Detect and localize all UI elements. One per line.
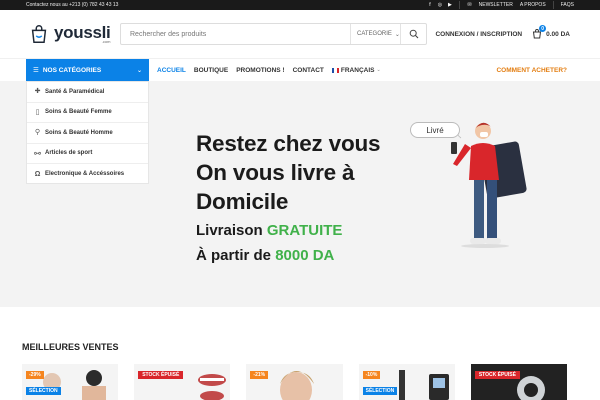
delivery-courier-illustration [451, 122, 527, 248]
login-register-link[interactable]: CONNEXION / INSCRIPTION [435, 31, 522, 38]
search-bar: Rechercher des produits CATEGORIE ⌄ [120, 23, 427, 45]
search-input[interactable]: Rechercher des produits [121, 31, 350, 38]
youtube-icon[interactable]: ▶ [447, 2, 452, 8]
categories-dropdown: ✚ Santé & Paramédical ▯ Soins & Beauté F… [26, 81, 149, 184]
section-title-best-sellers: MEILLEURES VENTES [22, 342, 119, 352]
product-image [198, 374, 227, 400]
product-card[interactable]: -29% SÉLECTION [22, 364, 119, 400]
header-actions: CONNEXION / INSCRIPTION 0 0.00 DA [435, 25, 570, 39]
min-amount-highlight: 8000 DA [275, 247, 335, 264]
product-image [516, 376, 545, 400]
category-label: Santé & Paramédical [45, 88, 105, 95]
speech-bubble: Livré [410, 122, 460, 138]
category-item-beaute-homme[interactable]: ⚲ Soins & Beauté Homme [27, 123, 148, 144]
hamburger-icon: ☰ [33, 67, 39, 74]
instagram-icon[interactable]: ◎ [437, 2, 442, 8]
language-label: FRANÇAIS [340, 66, 375, 74]
discount-badge: -21% [250, 371, 269, 379]
social-links: f ◎ ▶ [427, 2, 452, 8]
divider [552, 1, 554, 9]
free-delivery-highlight: GRATUITE [266, 222, 343, 239]
chevron-down-icon: ⌄ [136, 67, 142, 74]
site-logo[interactable]: youssli .com [28, 23, 120, 45]
language-selector[interactable]: FRANÇAIS ⌄ [331, 66, 381, 74]
out-of-stock-badge: STOCK ÉPUISÉ [138, 371, 184, 379]
nav-item-boutique[interactable]: BOUTIQUE [194, 67, 228, 74]
category-label: Articles de sport [45, 150, 93, 157]
category-item-sport[interactable]: ⧟ Articles de sport [27, 144, 148, 164]
cart-count-badge: 0 [539, 25, 547, 32]
facebook-icon[interactable]: f [427, 2, 432, 8]
cart-total: 0.00 DA [546, 30, 570, 38]
categories-menu-label: NOS CATÉGORIES [42, 66, 102, 74]
divider [459, 1, 461, 9]
newsletter-link[interactable]: NEWSLETTER [479, 2, 513, 8]
hero-free-delivery: Livraison GRATUITE [196, 220, 380, 241]
free-delivery-prefix: Livraison [196, 222, 263, 239]
razor-icon: ⚲ [34, 129, 41, 137]
dumbbell-icon: ⧟ [34, 149, 41, 157]
product-card[interactable]: -21% [246, 364, 343, 400]
category-label: Soins & Beauté Femme [45, 109, 112, 116]
category-select[interactable]: CATEGORIE ⌄ [350, 24, 400, 44]
hero-line-1: Restez chez vous [196, 131, 381, 156]
topbar-right: f ◎ ▶ ✉ NEWSLETTER A PROPOS FAQS [427, 1, 574, 9]
chevron-down-icon: ⌄ [376, 67, 381, 73]
product-card[interactable]: STOCK ÉPUISÉ [134, 364, 231, 400]
product-carousel: -29% SÉLECTION STOCK ÉPUISÉ -21% -10% SÉ… [22, 364, 568, 400]
headphones-icon: Ω [34, 170, 41, 178]
selection-badge: SÉLECTION [26, 387, 61, 395]
discount-badge: -10% [362, 371, 381, 379]
hero-line-3: Domicile [196, 189, 289, 214]
product-image [280, 371, 315, 400]
shopping-bag-logo-icon [31, 25, 47, 43]
nav-item-promotions[interactable]: PROMOTIONS ! [236, 67, 284, 74]
hero-min-amount: À partir de 8000 DA [196, 245, 380, 266]
nav-item-accueil[interactable]: ACCUEIL [157, 67, 186, 74]
mail-icon: ✉ [467, 2, 472, 8]
discount-badge: -29% [26, 371, 44, 379]
hero-line-2: On vous livre à [196, 160, 355, 185]
cart-button[interactable]: 0 0.00 DA [532, 25, 570, 39]
main-navigation: ☰ NOS CATÉGORIES ⌄ ACCUEIL BOUTIQUE PROM… [0, 58, 600, 82]
contact-phone[interactable]: Contactez nous au +213 (0) 782 43 43 13 [26, 2, 118, 8]
product-card[interactable]: -10% SÉLECTION [358, 364, 455, 400]
french-flag-icon [331, 67, 339, 73]
faqs-link[interactable]: FAQS [561, 2, 574, 8]
category-item-electronique[interactable]: Ω Electronique & Accéssoires [27, 164, 148, 185]
about-link[interactable]: A PROPOS [520, 2, 546, 8]
bottle-icon: ▯ [35, 108, 40, 116]
selection-badge: SÉLECTION [362, 387, 398, 395]
nav-menu: ACCUEIL BOUTIQUE PROMOTIONS ! CONTACT FR… [157, 67, 381, 74]
category-select-label: CATEGORIE [357, 31, 392, 37]
top-bar: Contactez nous au +213 (0) 782 43 43 13 … [0, 0, 600, 10]
hero-headline: Restez chez vous On vous livre à Domicil… [196, 129, 381, 266]
nav-item-contact[interactable]: CONTACT [293, 67, 324, 74]
logo-subtext: .com [101, 39, 111, 44]
out-of-stock-badge: STOCK ÉPUISÉ [474, 371, 520, 379]
category-item-beaute-femme[interactable]: ▯ Soins & Beauté Femme [27, 103, 148, 123]
category-item-sante[interactable]: ✚ Santé & Paramédical [27, 82, 148, 103]
search-icon [409, 29, 418, 39]
how-to-buy-link[interactable]: COMMENT ACHETER? [496, 67, 567, 74]
category-label: Soins & Beauté Homme [45, 129, 113, 136]
category-label: Electronique & Accéssoires [45, 171, 125, 178]
site-header: youssli .com Rechercher des produits CAT… [0, 10, 600, 58]
product-card[interactable]: STOCK ÉPUISÉ [470, 364, 568, 400]
search-button[interactable] [400, 24, 426, 44]
categories-menu-button[interactable]: ☰ NOS CATÉGORIES ⌄ [26, 58, 149, 82]
min-amount-prefix: À partir de [196, 247, 272, 264]
health-icon: ✚ [34, 88, 41, 96]
